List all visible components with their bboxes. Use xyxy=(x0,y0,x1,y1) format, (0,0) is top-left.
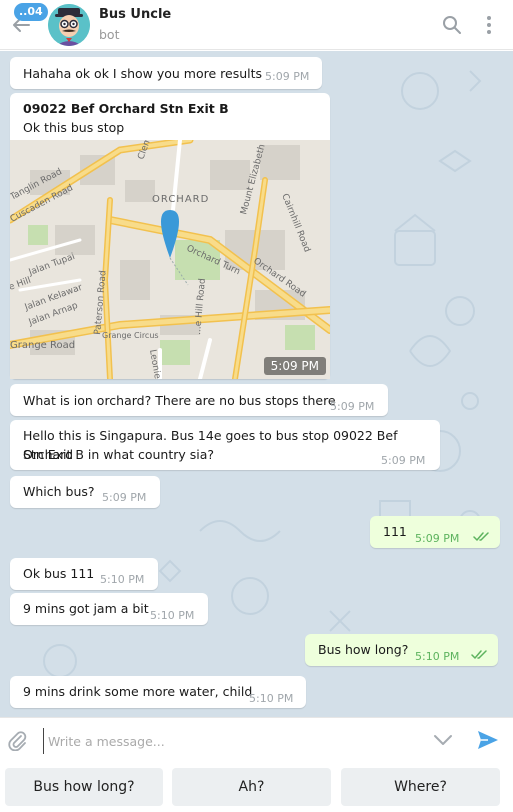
message-text: Bus how long? xyxy=(318,642,409,657)
message-text: 9 mins got jam a bit xyxy=(23,601,149,616)
message-text: 111 xyxy=(383,524,407,539)
send-icon[interactable] xyxy=(476,729,500,751)
map-label-grange: Grange Road xyxy=(10,340,75,351)
map-label-grange-circus: Grange Circus xyxy=(102,331,159,340)
message-composer xyxy=(0,717,513,762)
message-incoming[interactable]: Ok bus 111 5:10 PM xyxy=(10,558,158,590)
message-incoming[interactable]: Hello this is Singapura. Bus 14e goes to… xyxy=(10,420,440,470)
keyboard-button-where[interactable]: Where? xyxy=(341,768,500,806)
message-input[interactable] xyxy=(43,728,413,754)
message-time: 5:09 PM xyxy=(102,491,147,504)
message-text: Hahaha ok ok I show you more results xyxy=(23,66,263,81)
message-incoming[interactable]: 9 mins got jam a bit 5:10 PM xyxy=(10,593,208,625)
search-icon[interactable] xyxy=(441,14,463,36)
message-time: 5:10 PM xyxy=(100,573,145,586)
message-outgoing[interactable]: Bus how long? 5:10 PM xyxy=(305,634,498,666)
message-time: 5:10 PM xyxy=(249,692,294,705)
message-text: 9 mins drink some more water, child xyxy=(23,684,253,699)
message-text-line-2: Stn Exit B in what country sia? xyxy=(23,447,215,462)
double-check-icon xyxy=(473,532,489,541)
message-incoming[interactable]: Which bus? 5:09 PM xyxy=(10,476,160,508)
message-text: Ok this bus stop xyxy=(23,120,125,135)
message-outgoing[interactable]: 111 5:09 PM xyxy=(370,516,500,548)
message-time: 5:10 PM xyxy=(150,609,195,622)
bot-keyboard: Bus how long? Ah? Where? xyxy=(0,762,513,812)
location-map[interactable]: ORCHARD Tanglin Road Cuscaden Road Clem.… xyxy=(10,140,330,379)
more-vertical-icon[interactable] xyxy=(481,14,497,36)
chat-status: bot xyxy=(99,27,120,42)
map-time: 5:09 PM xyxy=(263,357,326,375)
message-text: Which bus? xyxy=(23,484,95,499)
message-time: 5:09 PM xyxy=(415,532,460,545)
unread-badge: ..04 xyxy=(14,3,48,21)
message-time: 5:09 PM xyxy=(330,400,375,413)
avatar[interactable] xyxy=(48,4,90,46)
message-list[interactable]: Hahaha ok ok I show you more results 5:0… xyxy=(0,51,513,717)
chat-header: ..04 Bus Uncle bot xyxy=(0,0,513,50)
paperclip-icon[interactable] xyxy=(6,729,28,751)
message-text: What is ion orchard? There are no bus st… xyxy=(23,393,336,408)
keyboard-button-bus-how-long[interactable]: Bus how long? xyxy=(5,768,163,806)
message-incoming[interactable]: 9 mins drink some more water, child 5:10… xyxy=(10,676,306,708)
chevron-down-icon[interactable] xyxy=(432,732,454,748)
message-time: 5:10 PM xyxy=(415,650,460,663)
message-text: Ok bus 111 xyxy=(23,566,95,581)
double-check-icon xyxy=(471,650,487,659)
keyboard-button-ah[interactable]: Ah? xyxy=(172,768,331,806)
message-time: 5:09 PM xyxy=(265,70,310,83)
map-label-orchard: ORCHARD xyxy=(152,194,209,205)
chat-title: Bus Uncle xyxy=(99,7,172,22)
location-title: 09022 Bef Orchard Stn Exit B xyxy=(23,101,229,116)
message-time: 5:09 PM xyxy=(381,454,426,467)
message-incoming[interactable]: Hahaha ok ok I show you more results 5:0… xyxy=(10,57,322,89)
message-incoming[interactable]: What is ion orchard? There are no bus st… xyxy=(10,384,388,416)
